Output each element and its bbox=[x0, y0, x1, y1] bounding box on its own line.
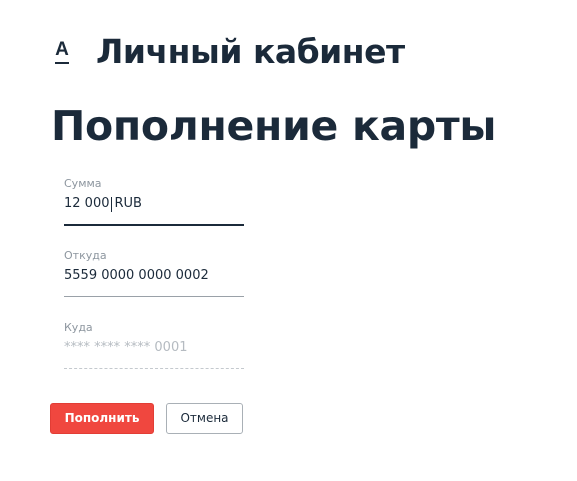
page-title: Пополнение карты bbox=[51, 102, 497, 150]
to-label: Куда bbox=[64, 321, 93, 334]
submit-button[interactable]: Пополнить bbox=[50, 403, 154, 434]
page: А Личный кабинет Пополнение карты Сумма … bbox=[0, 0, 577, 481]
to-underline bbox=[64, 368, 244, 369]
amount-underline bbox=[64, 224, 244, 226]
cancel-button[interactable]: Отмена bbox=[166, 403, 243, 434]
to-placeholder: **** **** **** 0001 bbox=[64, 340, 188, 355]
from-field[interactable]: Откуда 5559 0000 0000 0002 bbox=[64, 249, 244, 298]
from-underline bbox=[64, 296, 244, 297]
alfa-logo-icon[interactable]: А bbox=[52, 40, 72, 66]
to-input[interactable]: **** **** **** 0001 bbox=[64, 339, 244, 357]
amount-currency: RUB bbox=[114, 196, 142, 211]
amount-input[interactable]: 12 000 RUB bbox=[64, 195, 244, 213]
from-input[interactable]: 5559 0000 0000 0002 bbox=[64, 267, 244, 285]
logo-letter: А bbox=[55, 39, 69, 60]
amount-value: 12 000 bbox=[64, 196, 110, 211]
app-title: Личный кабинет bbox=[96, 32, 405, 71]
from-label: Откуда bbox=[64, 249, 107, 262]
from-value: 5559 0000 0000 0002 bbox=[64, 268, 209, 283]
amount-field[interactable]: Сумма 12 000 RUB bbox=[64, 177, 244, 226]
logo-underline bbox=[55, 62, 69, 64]
amount-label: Сумма bbox=[64, 177, 102, 190]
text-caret bbox=[110, 196, 112, 212]
to-field[interactable]: Куда **** **** **** 0001 bbox=[64, 321, 244, 370]
